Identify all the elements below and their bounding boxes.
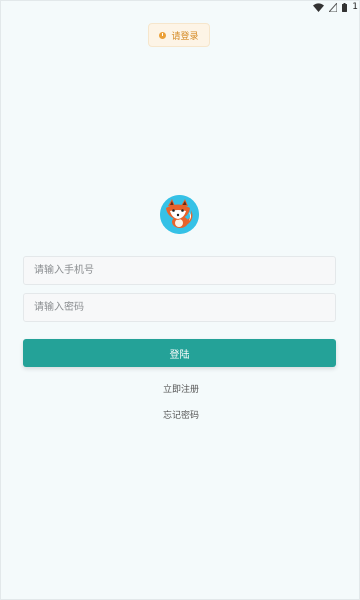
wifi-icon <box>313 2 325 12</box>
forgot-password-link[interactable]: 忘记密码 <box>1 408 360 421</box>
register-link[interactable]: 立即注册 <box>1 382 360 395</box>
signal-icon <box>329 2 338 12</box>
phone-number-input[interactable] <box>23 256 336 285</box>
login-toast: 请登录 <box>148 23 210 47</box>
battery-icon <box>342 2 348 12</box>
avatar <box>160 195 199 234</box>
warning-icon <box>159 31 167 39</box>
status-icons: 1 <box>313 1 358 13</box>
status-bar: 1 <box>1 1 360 13</box>
password-input[interactable] <box>23 293 336 322</box>
login-button[interactable]: 登陆 <box>23 339 336 367</box>
page-frame: 1 请登录 登陆 <box>0 0 360 600</box>
toast-text: 请登录 <box>171 31 199 42</box>
fox-icon <box>160 195 199 234</box>
status-trailing-text: 1 <box>352 2 358 12</box>
